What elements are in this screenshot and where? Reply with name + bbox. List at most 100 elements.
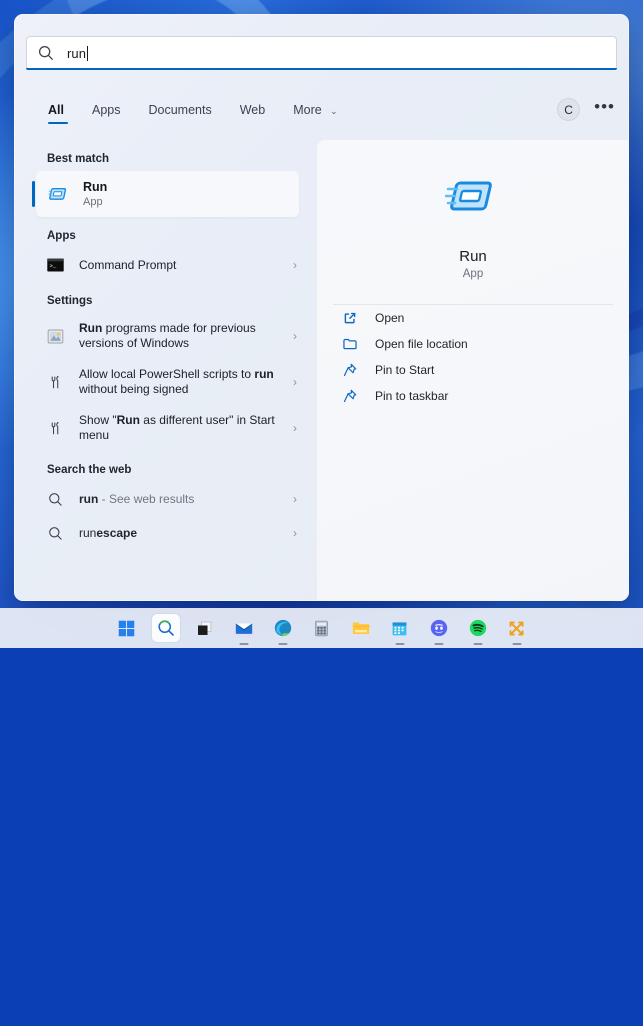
search-input[interactable]: run — [26, 36, 617, 70]
avatar[interactable]: C — [557, 98, 581, 121]
result-item-post: without being signed — [79, 382, 189, 396]
calendar-icon — [390, 619, 409, 638]
pin-icon — [341, 361, 359, 379]
chevron-right-icon: › — [293, 258, 297, 272]
preview-subtitle: App — [462, 268, 484, 280]
result-item-pre: run — [79, 525, 97, 540]
search-icon — [37, 44, 55, 62]
action-pin-to-taskbar[interactable]: Pin to taskbar — [327, 383, 619, 409]
pin-icon — [341, 387, 359, 405]
result-item-run-compat[interactable]: Run programs made for previous versions … — [32, 313, 308, 359]
search-box-container: run — [26, 36, 617, 70]
action-label: Open — [375, 311, 405, 325]
spotify-button[interactable] — [464, 614, 492, 642]
search-icon — [156, 618, 176, 638]
result-item-highlight: Run — [116, 413, 140, 427]
tab-web-label: Web — [239, 103, 266, 117]
tab-apps-label: Apps — [91, 103, 121, 117]
result-item-run-as-different-user[interactable]: Show "Run as different user" in Start me… — [32, 405, 308, 451]
chevron-right-icon: › — [293, 526, 297, 540]
orange-arrows-icon — [507, 619, 526, 638]
start-button[interactable] — [113, 614, 141, 642]
result-item-label: run - See web results — [79, 492, 284, 507]
calendar-button[interactable] — [386, 614, 414, 642]
calculator-button[interactable] — [308, 614, 336, 642]
file-explorer-button[interactable] — [347, 614, 375, 642]
search-icon — [44, 488, 66, 510]
result-item-highlight: escape — [96, 525, 138, 540]
chevron-right-icon: › — [293, 492, 297, 506]
command-prompt-icon: >_ — [44, 254, 66, 276]
open-external-icon — [341, 309, 359, 327]
result-item-highlight: run — [254, 367, 274, 381]
result-item-label: runescape — [79, 526, 284, 541]
result-item-web-runescape[interactable]: runescape › — [32, 516, 308, 550]
discord-button[interactable] — [425, 614, 453, 642]
result-item-web-run[interactable]: run - See web results › — [32, 482, 308, 516]
result-item-title: Run — [83, 179, 108, 194]
discord-icon — [429, 618, 449, 638]
result-item-label: Run programs made for previous versions … — [79, 321, 284, 351]
tab-documents[interactable]: Documents — [134, 100, 225, 126]
result-item-rest: - See web results — [98, 491, 195, 506]
panel-header-actions: C ••• — [557, 98, 615, 121]
run-app-icon — [48, 183, 70, 205]
tools-icon — [44, 371, 66, 393]
result-item-pre: Allow local PowerShell scripts to — [79, 367, 255, 381]
edge-icon — [273, 618, 293, 638]
preview-title: Run — [459, 248, 487, 265]
taskbar-search-button[interactable] — [151, 614, 180, 642]
edge-button[interactable] — [269, 614, 297, 642]
result-item-label: Show "Run as different user" in Start me… — [79, 413, 284, 443]
spotify-icon — [468, 618, 488, 638]
overflow-menu-label: ••• — [594, 97, 615, 116]
preview-pane: Run App Open Open file location Pin to S… — [317, 140, 629, 601]
results-list: Best match Run App Apps >_ Command Promp… — [14, 140, 317, 601]
tab-all-label: All — [48, 103, 64, 117]
avatar-initial: C — [564, 102, 573, 117]
action-open-file-location[interactable]: Open file location — [327, 331, 619, 357]
group-header-best-match: Best match — [47, 153, 109, 165]
search-flyout-panel: run All Apps Documents Web More ⌄ C ••• — [14, 14, 629, 601]
chevron-right-icon: › — [293, 329, 297, 343]
result-item-pre: Show " — [79, 413, 117, 427]
run-app-icon — [444, 170, 501, 226]
tab-more-label: More — [293, 103, 322, 117]
file-explorer-icon — [351, 618, 371, 638]
task-view-button[interactable] — [191, 614, 219, 642]
action-pin-to-start[interactable]: Pin to Start — [327, 357, 619, 383]
result-item-label: Allow local PowerShell scripts to run wi… — [79, 367, 284, 397]
result-item-subtitle: App — [83, 195, 103, 208]
action-open[interactable]: Open — [327, 305, 619, 331]
preview-header: Run App — [317, 140, 629, 280]
result-item-command-prompt[interactable]: >_ Command Prompt › — [32, 248, 308, 282]
tab-web[interactable]: Web — [226, 100, 279, 126]
chevron-right-icon: › — [293, 375, 297, 389]
tools-icon — [44, 417, 66, 439]
text-caret — [87, 45, 89, 61]
mail-icon — [234, 618, 254, 638]
taskbar — [0, 608, 643, 648]
app-orange-button[interactable] — [503, 614, 531, 642]
mail-button[interactable] — [230, 614, 258, 642]
overflow-menu-button[interactable]: ••• — [594, 98, 615, 117]
result-item-label: Command Prompt — [79, 257, 177, 272]
result-item-rest: programs made for previous versions of W… — [79, 321, 256, 350]
action-label: Pin to taskbar — [375, 389, 449, 403]
search-icon — [44, 522, 66, 544]
tab-apps[interactable]: Apps — [78, 100, 135, 126]
result-item-powershell-scripts[interactable]: Allow local PowerShell scripts to run wi… — [32, 359, 308, 405]
action-label: Pin to Start — [375, 363, 435, 377]
tab-more[interactable]: More ⌄ — [279, 100, 352, 126]
result-item-highlight: Run — [79, 321, 103, 335]
chevron-down-icon: ⌄ — [330, 106, 338, 116]
tab-all[interactable]: All — [44, 100, 78, 126]
group-header-search-the-web: Search the web — [47, 464, 132, 476]
result-item-text: Run App — [83, 180, 293, 209]
windows-start-icon — [117, 619, 136, 638]
calculator-icon — [312, 619, 331, 638]
filter-tabs: All Apps Documents Web More ⌄ — [44, 100, 352, 126]
result-item-run-best-match[interactable]: Run App — [32, 171, 299, 217]
chevron-right-icon: › — [293, 421, 297, 435]
result-item-highlight: run — [79, 491, 99, 506]
